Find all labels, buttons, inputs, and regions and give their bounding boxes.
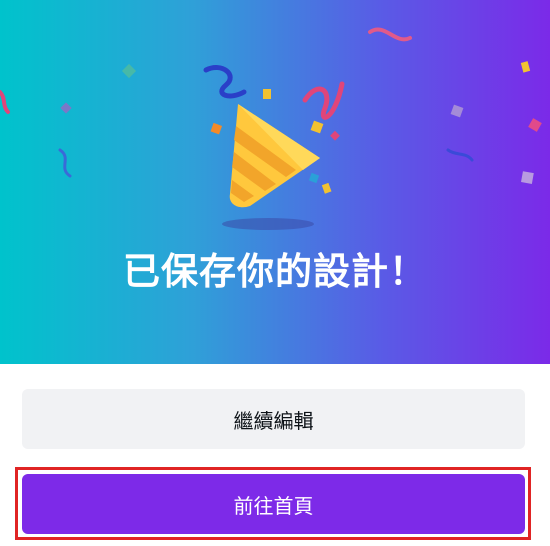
party-popper-icon (222, 104, 320, 230)
confetti-piece (310, 120, 324, 134)
confetti-piece (520, 61, 531, 73)
confetti-piece (528, 118, 542, 132)
confetti-piece (521, 171, 534, 184)
confetti-squiggle (302, 81, 345, 120)
confetti-piece (330, 130, 340, 141)
save-success-dialog: 已保存你的設計！ 繼續編輯 前往首頁 (0, 0, 550, 546)
go-to-home-button[interactable]: 前往首頁 (22, 474, 525, 534)
continue-editing-label: 繼續編輯 (233, 408, 314, 433)
page-title: 已保存你的設計！ (123, 250, 427, 293)
confetti-piece (60, 102, 72, 114)
confetti-piece (321, 182, 332, 194)
confetti-piece (121, 63, 137, 79)
confetti-piece (210, 122, 223, 135)
confetti-illustration (0, 27, 542, 230)
confetti-squiggle (446, 148, 474, 162)
confetti-squiggle (0, 90, 10, 114)
confetti-squiggle (203, 65, 247, 99)
confetti-piece (308, 172, 320, 184)
continue-editing-button[interactable]: 繼續編輯 (22, 389, 525, 449)
go-to-home-label: 前往首頁 (233, 493, 314, 518)
confetti-squiggle (368, 27, 412, 42)
hero-banner: 已保存你的設計！ (0, 0, 550, 364)
confetti-piece (450, 104, 464, 118)
confetti-squiggle (58, 148, 72, 178)
confetti-piece (263, 89, 271, 99)
